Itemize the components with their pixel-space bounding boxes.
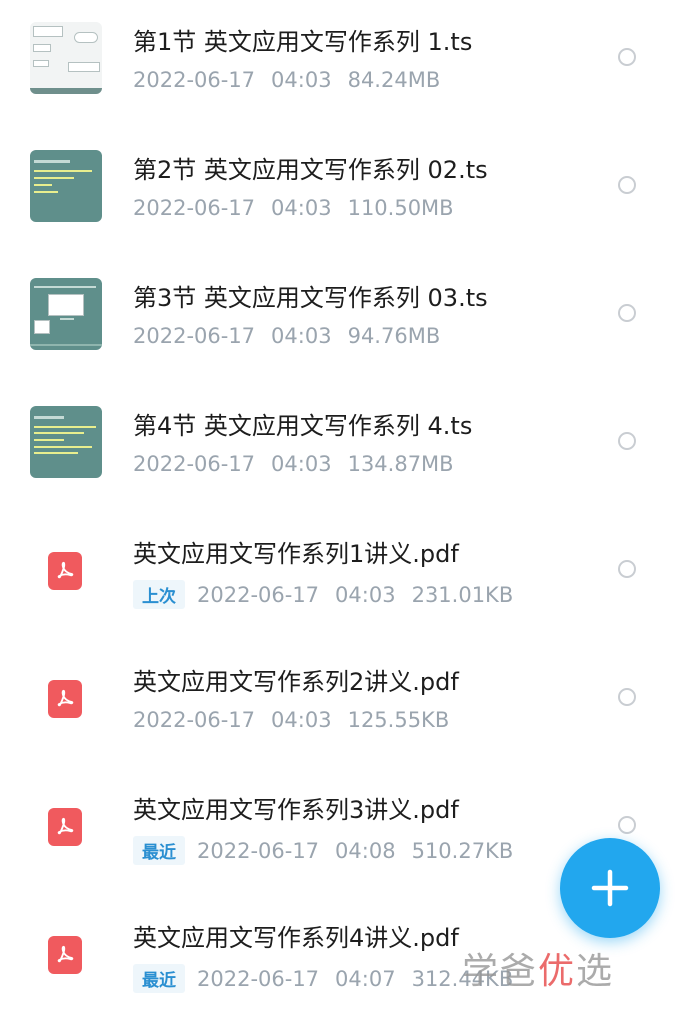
file-title: 第4节 英文应用文写作系列 4.ts bbox=[133, 412, 473, 440]
file-date: 2022-06-17 bbox=[133, 68, 256, 92]
select-radio[interactable] bbox=[618, 304, 636, 322]
file-date: 2022-06-17 bbox=[197, 967, 320, 991]
file-time: 04:08 bbox=[335, 839, 396, 863]
file-meta: 2022-06-17 04:03 84.24MB bbox=[133, 68, 440, 92]
file-meta: 2022-06-17 04:03 94.76MB bbox=[133, 324, 440, 348]
recent-badge: 最近 bbox=[133, 964, 185, 993]
file-meta: 最近 2022-06-17 04:07 312.44KB bbox=[133, 964, 513, 993]
file-title: 第1节 英文应用文写作系列 1.ts bbox=[133, 28, 473, 56]
video-thumbnail bbox=[30, 278, 102, 350]
file-size: 84.24MB bbox=[347, 68, 441, 92]
file-size: 134.87MB bbox=[347, 452, 454, 476]
watermark-text: 优 bbox=[538, 951, 577, 992]
file-row[interactable]: 第4节 英文应用文写作系列 4.ts 2022-06-17 04:03 134.87… bbox=[0, 384, 680, 512]
file-size: 125.55KB bbox=[347, 708, 450, 732]
file-date: 2022-06-17 bbox=[197, 583, 320, 607]
file-title: 第3节 英文应用文写作系列 03.ts bbox=[133, 284, 488, 312]
file-time: 04:03 bbox=[271, 708, 332, 732]
select-radio[interactable] bbox=[618, 688, 636, 706]
file-meta: 上次 2022-06-17 04:03 231.01KB bbox=[133, 580, 513, 609]
file-time: 04:03 bbox=[271, 196, 332, 220]
file-meta: 最近 2022-06-17 04:08 510.27KB bbox=[133, 836, 513, 865]
watermark-text: 选 bbox=[576, 951, 615, 992]
file-size: 94.76MB bbox=[347, 324, 441, 348]
plus-icon bbox=[591, 869, 629, 907]
pdf-icon bbox=[48, 680, 82, 718]
watermark: 学爸优选 bbox=[462, 942, 614, 994]
file-row[interactable]: 英文应用文写作系列1讲义.pdf 上次 2022-06-17 04:03 231.01… bbox=[0, 512, 680, 640]
file-date: 2022-06-17 bbox=[133, 708, 256, 732]
file-date: 2022-06-17 bbox=[133, 324, 256, 348]
recent-badge: 最近 bbox=[133, 836, 185, 865]
video-thumbnail bbox=[30, 22, 102, 94]
recent-badge: 上次 bbox=[133, 580, 185, 609]
file-title: 第2节 英文应用文写作系列 02.ts bbox=[133, 156, 488, 184]
file-date: 2022-06-17 bbox=[197, 839, 320, 863]
file-time: 04:03 bbox=[271, 324, 332, 348]
add-button[interactable] bbox=[560, 838, 660, 938]
file-title: 英文应用文写作系列2讲义.pdf bbox=[133, 668, 459, 696]
pdf-icon bbox=[48, 552, 82, 590]
file-row[interactable]: 第3节 英文应用文写作系列 03.ts 2022-06-17 04:03 94.76… bbox=[0, 256, 680, 384]
file-size: 231.01KB bbox=[411, 583, 514, 607]
file-time: 04:03 bbox=[271, 68, 332, 92]
file-meta: 2022-06-17 04:03 110.50MB bbox=[133, 196, 454, 220]
file-meta: 2022-06-17 04:03 134.87MB bbox=[133, 452, 454, 476]
file-title: 英文应用文写作系列4讲义.pdf bbox=[133, 924, 459, 952]
select-radio[interactable] bbox=[618, 176, 636, 194]
select-radio[interactable] bbox=[618, 432, 636, 450]
pdf-icon bbox=[48, 808, 82, 846]
file-title: 英文应用文写作系列3讲义.pdf bbox=[133, 796, 459, 824]
watermark-text: 学爸 bbox=[462, 951, 539, 992]
file-time: 04:07 bbox=[335, 967, 396, 991]
pdf-icon bbox=[48, 936, 82, 974]
video-thumbnail bbox=[30, 150, 102, 222]
file-size: 510.27KB bbox=[411, 839, 514, 863]
select-radio[interactable] bbox=[618, 816, 636, 834]
file-title: 英文应用文写作系列1讲义.pdf bbox=[133, 540, 459, 568]
select-radio[interactable] bbox=[618, 560, 636, 578]
file-row[interactable]: 第1节 英文应用文写作系列 1.ts 2022-06-17 04:03 84.24M… bbox=[0, 0, 680, 128]
file-row[interactable]: 英文应用文写作系列2讲义.pdf 2022-06-17 04:03 125.55KB bbox=[0, 640, 680, 768]
file-time: 04:03 bbox=[271, 452, 332, 476]
file-meta: 2022-06-17 04:03 125.55KB bbox=[133, 708, 449, 732]
file-time: 04:03 bbox=[335, 583, 396, 607]
file-date: 2022-06-17 bbox=[133, 196, 256, 220]
file-row[interactable]: 第2节 英文应用文写作系列 02.ts 2022-06-17 04:03 110.5… bbox=[0, 128, 680, 256]
video-thumbnail bbox=[30, 406, 102, 478]
file-date: 2022-06-17 bbox=[133, 452, 256, 476]
select-radio[interactable] bbox=[618, 48, 636, 66]
file-size: 110.50MB bbox=[347, 196, 454, 220]
